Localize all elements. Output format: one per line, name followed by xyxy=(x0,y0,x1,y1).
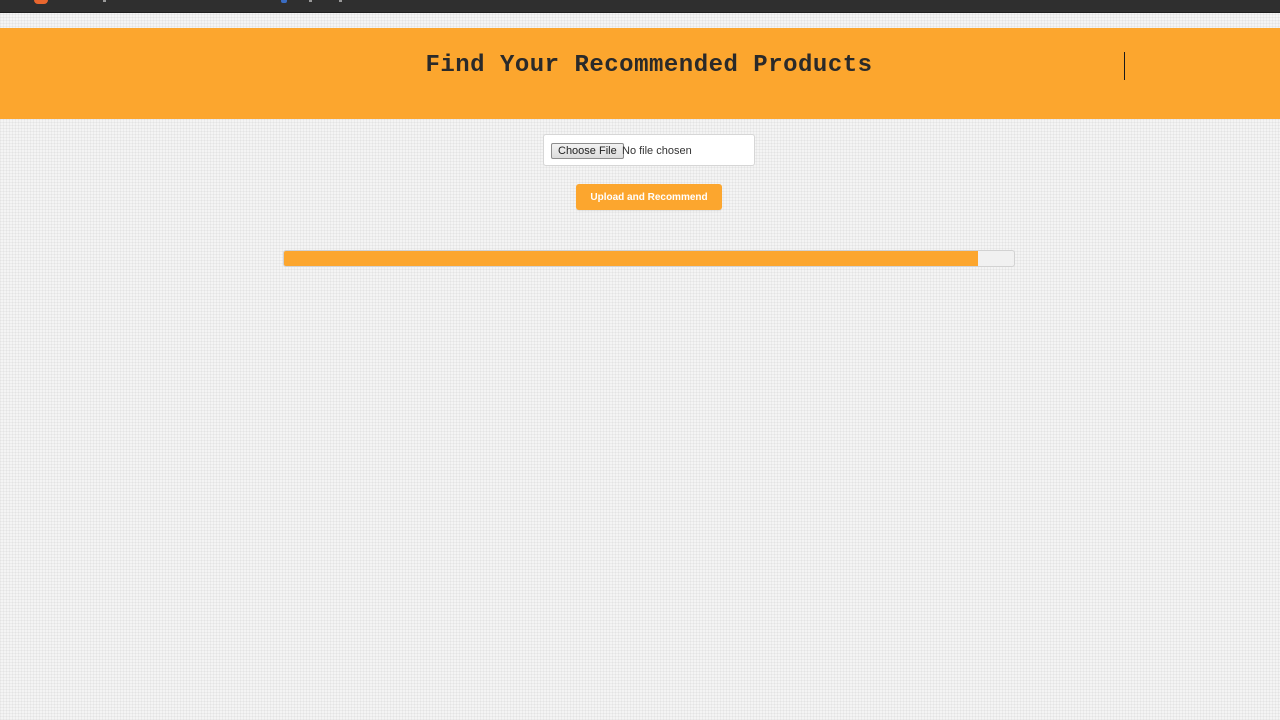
top-strip xyxy=(0,0,1280,13)
file-input[interactable]: Choose File No file chosen xyxy=(543,134,755,166)
file-status-text: No file chosen xyxy=(622,145,692,157)
strip-mark-icon xyxy=(103,0,106,2)
text-cursor xyxy=(1124,52,1125,80)
app-icon xyxy=(34,0,48,4)
choose-file-button[interactable]: Choose File xyxy=(551,143,624,159)
progress-bar-fill xyxy=(284,251,978,266)
tab-icon xyxy=(281,0,287,3)
page-title: Find Your Recommended Products xyxy=(425,52,873,79)
upload-and-recommend-button[interactable]: Upload and Recommend xyxy=(576,184,722,210)
strip-mark-icon xyxy=(309,0,312,2)
page-header: Find Your Recommended Products xyxy=(0,28,1280,119)
progress-bar xyxy=(283,250,1015,267)
strip-mark-icon xyxy=(339,0,342,2)
